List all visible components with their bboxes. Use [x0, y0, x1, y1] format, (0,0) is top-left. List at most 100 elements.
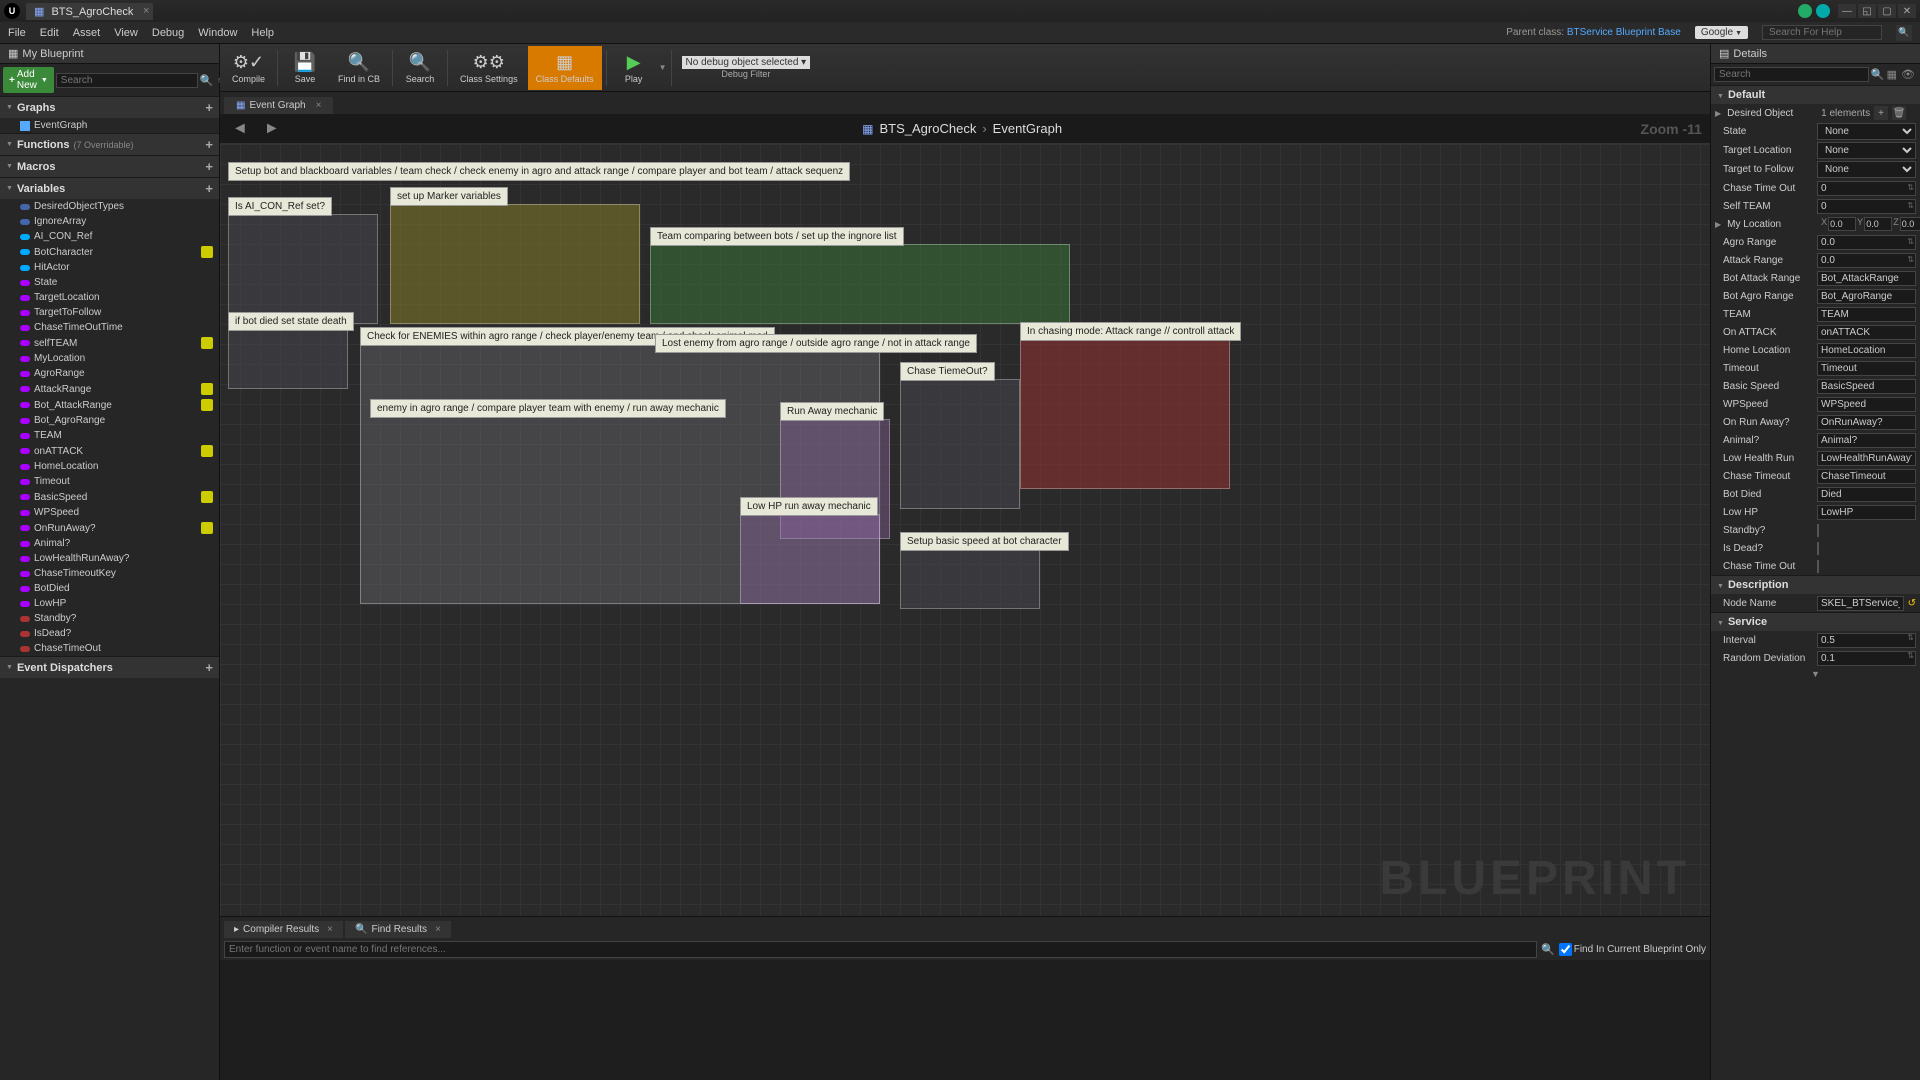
- show-advanced-icon[interactable]: ▼: [1711, 667, 1920, 681]
- visibility-toggle-icon[interactable]: 👁: [1899, 68, 1917, 81]
- add-icon[interactable]: +: [205, 159, 213, 174]
- blueprint-search-input[interactable]: [56, 73, 198, 88]
- variable-item[interactable]: IsDead?: [0, 626, 219, 641]
- detail-input[interactable]: [1817, 343, 1916, 358]
- close-icon[interactable]: ×: [143, 5, 149, 17]
- visibility-icon[interactable]: [201, 445, 213, 457]
- expand-icon[interactable]: ▶: [1715, 109, 1721, 118]
- variable-item[interactable]: AttackRange: [0, 381, 219, 397]
- variable-item[interactable]: TargetLocation: [0, 290, 219, 305]
- add-icon[interactable]: +: [205, 137, 213, 152]
- close-button[interactable]: ✕: [1898, 4, 1916, 18]
- compile-button[interactable]: ⚙✓Compile: [224, 46, 273, 90]
- nav-forward-icon[interactable]: ►: [260, 120, 284, 138]
- window-tab[interactable]: ▦ BTS_AgroCheck ×: [26, 3, 153, 20]
- detail-checkbox[interactable]: [1817, 542, 1819, 555]
- add-icon[interactable]: +: [205, 660, 213, 675]
- comment-chase[interactable]: Chase TiemeOut?: [900, 379, 1020, 509]
- play-button[interactable]: ▶Play: [611, 46, 657, 90]
- detail-select[interactable]: None: [1817, 123, 1916, 140]
- class-defaults-button[interactable]: ▦Class Defaults: [528, 46, 602, 90]
- detail-select[interactable]: None: [1817, 142, 1916, 159]
- detail-input[interactable]: [1817, 271, 1916, 286]
- add-element-icon[interactable]: +: [1874, 106, 1888, 120]
- add-icon[interactable]: +: [205, 181, 213, 196]
- graph-canvas[interactable]: Setup bot and blackboard variables / tea…: [220, 144, 1710, 916]
- restore-button[interactable]: ◱: [1858, 4, 1876, 18]
- interval-input[interactable]: [1817, 633, 1916, 648]
- detail-input[interactable]: [1817, 415, 1916, 430]
- close-icon[interactable]: ×: [435, 924, 441, 935]
- detail-input[interactable]: [1817, 289, 1916, 304]
- variable-item[interactable]: OnRunAway?: [0, 520, 219, 536]
- minimize-button[interactable]: —: [1838, 4, 1856, 18]
- comment-team[interactable]: Team comparing between bots / set up the…: [650, 244, 1070, 324]
- detail-input[interactable]: [1817, 379, 1916, 394]
- matrix-view-icon[interactable]: ▦: [1887, 68, 1897, 81]
- variable-item[interactable]: WPSpeed: [0, 505, 219, 520]
- breadcrumb-leaf[interactable]: EventGraph: [993, 121, 1062, 136]
- menu-debug[interactable]: Debug: [152, 27, 184, 39]
- detail-checkbox[interactable]: [1817, 524, 1819, 537]
- nav-back-icon[interactable]: ◄: [228, 120, 252, 138]
- category-graphs[interactable]: Graphs+: [0, 96, 219, 118]
- detail-input[interactable]: [1817, 181, 1916, 196]
- category-event-dispatchers[interactable]: Event Dispatchers+: [0, 656, 219, 678]
- compiler-results-tab[interactable]: ▸ Compiler Results ×: [224, 921, 343, 938]
- maximize-button[interactable]: ▢: [1878, 4, 1896, 18]
- search-icon[interactable]: 🔍: [1896, 25, 1912, 41]
- visibility-icon[interactable]: [201, 399, 213, 411]
- variable-item[interactable]: Bot_AttackRange: [0, 397, 219, 413]
- variable-item[interactable]: State: [0, 275, 219, 290]
- comment-agro[interactable]: enemy in agro range / compare player tea…: [370, 399, 726, 418]
- detail-input[interactable]: [1817, 325, 1916, 340]
- variable-item[interactable]: AI_CON_Ref: [0, 229, 219, 244]
- detail-input[interactable]: [1817, 397, 1916, 412]
- variable-item[interactable]: HitActor: [0, 260, 219, 275]
- variable-item[interactable]: onATTACK: [0, 443, 219, 459]
- detail-input[interactable]: [1817, 307, 1916, 322]
- search-icon[interactable]: 🔍: [1541, 943, 1555, 956]
- detail-input[interactable]: [1817, 451, 1916, 466]
- category-macros[interactable]: Macros+: [0, 155, 219, 177]
- debug-object-select[interactable]: No debug object selected ▾: [682, 56, 811, 69]
- variable-item[interactable]: ChaseTimeoutKey: [0, 566, 219, 581]
- detail-input[interactable]: [1817, 433, 1916, 448]
- category-variables[interactable]: Variables+: [0, 177, 219, 199]
- variable-item[interactable]: ChaseTimeOut: [0, 641, 219, 656]
- detail-input[interactable]: [1817, 199, 1916, 214]
- detail-input[interactable]: [1817, 487, 1916, 502]
- menu-file[interactable]: File: [8, 27, 26, 39]
- comment-main[interactable]: Setup bot and blackboard variables / tea…: [228, 162, 850, 181]
- help-search-input[interactable]: [1762, 25, 1882, 40]
- find-input[interactable]: [224, 941, 1537, 958]
- variable-item[interactable]: AgroRange: [0, 366, 219, 381]
- close-icon[interactable]: ×: [327, 924, 333, 935]
- detail-input[interactable]: [1817, 253, 1916, 268]
- close-icon[interactable]: ×: [316, 100, 322, 111]
- node-name-input[interactable]: [1817, 596, 1904, 611]
- menu-edit[interactable]: Edit: [40, 27, 59, 39]
- variable-item[interactable]: selfTEAM: [0, 335, 219, 351]
- search-icon[interactable]: 🔍: [1871, 68, 1885, 81]
- visibility-icon[interactable]: [201, 246, 213, 258]
- find-in-cb-button[interactable]: 🔍Find in CB: [330, 46, 388, 90]
- variable-item[interactable]: TEAM: [0, 428, 219, 443]
- variable-item[interactable]: IgnoreArray: [0, 214, 219, 229]
- visibility-icon[interactable]: [201, 491, 213, 503]
- search-icon[interactable]: 🔍: [200, 74, 214, 87]
- comment-chasing[interactable]: In chasing mode: Attack range // control…: [1020, 339, 1230, 489]
- breadcrumb-root[interactable]: BTS_AgroCheck: [880, 121, 977, 136]
- variable-item[interactable]: MyLocation: [0, 351, 219, 366]
- clear-array-icon[interactable]: 🗑: [1892, 106, 1906, 120]
- category-service[interactable]: Service: [1711, 612, 1920, 631]
- variable-item[interactable]: TargetToFollow: [0, 305, 219, 320]
- comment-lost[interactable]: Lost enemy from agro range / outside agr…: [655, 334, 977, 353]
- detail-input[interactable]: [1817, 505, 1916, 520]
- detail-input[interactable]: [1817, 235, 1916, 250]
- play-dropdown-icon[interactable]: ▼: [659, 63, 667, 72]
- comment-basicspeed[interactable]: Setup basic speed at bot character: [900, 549, 1040, 609]
- save-button[interactable]: 💾Save: [282, 46, 328, 90]
- variable-item[interactable]: BotDied: [0, 581, 219, 596]
- details-tab[interactable]: ▤ Details: [1711, 44, 1920, 64]
